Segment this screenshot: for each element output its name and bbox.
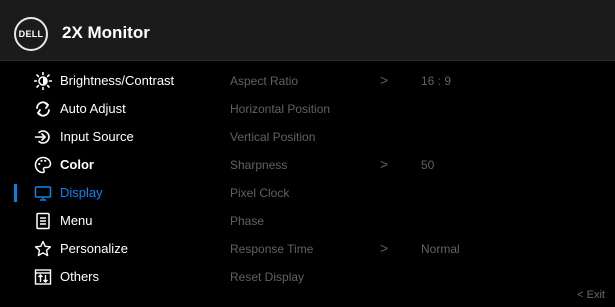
submenu-row-value: 50	[421, 158, 435, 172]
menu-item-label: Color	[60, 157, 94, 172]
dell-logo-text: DELL	[18, 29, 44, 39]
submenu-row-aspect-ratio[interactable]: Aspect Ratio > 16 : 9	[210, 67, 615, 95]
others-icon	[34, 268, 52, 286]
menu-item-input-source[interactable]: Input Source	[0, 123, 210, 151]
menu-item-label: Others	[60, 269, 100, 284]
menu-item-color[interactable]: Color	[0, 151, 210, 179]
osd-header: DELL 2X Monitor	[0, 0, 615, 61]
menu-item-label: Input Source	[60, 129, 134, 144]
submenu-row-label: Sharpness	[230, 158, 288, 172]
monitor-title: 2X Monitor	[62, 23, 150, 42]
submenu-row-reset-display[interactable]: Reset Display	[210, 263, 615, 291]
input-source-icon	[34, 128, 52, 146]
submenu-row-label: Vertical Position	[230, 130, 316, 144]
submenu-row-label: Pixel Clock	[230, 186, 290, 200]
dell-logo: DELL	[14, 17, 48, 51]
submenu-row-horizontal-position[interactable]: Horizontal Position	[210, 95, 615, 123]
exit-button[interactable]: < Exit	[577, 289, 605, 301]
brightness-icon	[34, 72, 52, 90]
chevron-right-icon: >	[380, 72, 389, 88]
menu-item-label: Display	[60, 185, 103, 200]
menu-item-personalize[interactable]: Personalize	[0, 235, 210, 263]
menu-item-auto-adjust[interactable]: Auto Adjust	[0, 95, 210, 123]
menu-item-label: Personalize	[60, 241, 128, 256]
submenu-row-sharpness[interactable]: Sharpness > 50	[210, 151, 615, 179]
menu-item-label: Brightness/Contrast	[60, 73, 175, 88]
monitor-osd: DELL 2X Monitor Brightness/Contrast Auto…	[0, 0, 615, 307]
display-submenu: Aspect Ratio > 16 : 9 Horizontal Positio…	[210, 62, 615, 307]
menu-item-brightness-contrast[interactable]: Brightness/Contrast	[0, 67, 210, 95]
submenu-row-response-time[interactable]: Response Time > Normal	[210, 235, 615, 263]
submenu-row-label: Reset Display	[230, 270, 305, 284]
submenu-row-phase[interactable]: Phase	[210, 207, 615, 235]
submenu-row-pixel-clock[interactable]: Pixel Clock	[210, 179, 615, 207]
submenu-row-label: Response Time	[230, 242, 314, 256]
chevron-right-icon: >	[380, 156, 389, 172]
menu-item-menu[interactable]: Menu	[0, 207, 210, 235]
chevron-right-icon: >	[380, 240, 389, 256]
submenu-row-value: 16 : 9	[421, 74, 452, 88]
color-icon	[34, 156, 52, 174]
main-menu: Brightness/Contrast Auto Adjust Input So…	[0, 62, 210, 307]
menu-item-label: Auto Adjust	[60, 101, 126, 116]
menu-item-display[interactable]: Display	[0, 179, 210, 207]
menu-item-label: Menu	[60, 213, 93, 228]
submenu-row-label: Horizontal Position	[230, 102, 331, 116]
auto-adjust-icon	[34, 100, 52, 118]
submenu-row-vertical-position[interactable]: Vertical Position	[210, 123, 615, 151]
submenu-row-label: Phase	[230, 214, 265, 228]
menu-item-others[interactable]: Others	[0, 263, 210, 291]
display-icon	[34, 184, 52, 202]
selection-indicator	[14, 184, 17, 202]
star-icon	[34, 240, 52, 258]
submenu-row-label: Aspect Ratio	[230, 74, 299, 88]
submenu-row-value: Normal	[421, 242, 460, 256]
menu-icon	[34, 212, 52, 230]
